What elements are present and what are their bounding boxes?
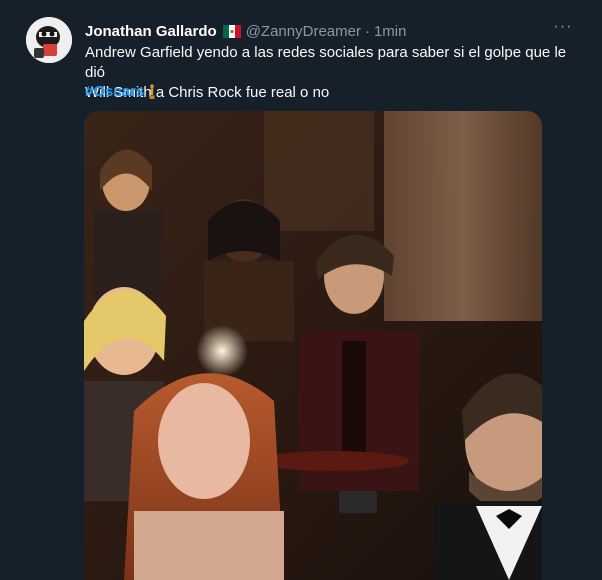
oscar-statuette-icon xyxy=(149,84,155,99)
tweet-text-line: Will Smith a Chris Rock fue real o no xyxy=(85,84,330,101)
timestamp[interactable]: 1min xyxy=(374,23,407,40)
mexico-flag-icon xyxy=(222,24,241,38)
hashtag-oscars-link[interactable]: #Oscars xyxy=(85,82,144,102)
avatar[interactable] xyxy=(26,17,72,63)
separator-dot: · xyxy=(364,22,370,40)
author-handle[interactable]: @ZannyDreamer xyxy=(246,23,361,40)
tweet-header: Jonathan Gallardo @ZannyDreamer · 1min xyxy=(85,21,406,41)
tweet: Jonathan Gallardo @ZannyDreamer · 1min ·… xyxy=(0,0,602,580)
more-options-icon[interactable]: ··· xyxy=(552,19,574,35)
tweet-text-line: Andrew Garfield yendo a las redes social… xyxy=(85,44,567,81)
photo-audience-scene xyxy=(84,111,542,580)
tweet-text: Andrew Garfield yendo a las redes social… xyxy=(85,43,585,103)
hashtag-line: #Oscars xyxy=(85,82,156,102)
avatar-image xyxy=(26,17,72,63)
tweet-media-photo[interactable] xyxy=(84,111,542,580)
author-name[interactable]: Jonathan Gallardo xyxy=(85,23,217,40)
